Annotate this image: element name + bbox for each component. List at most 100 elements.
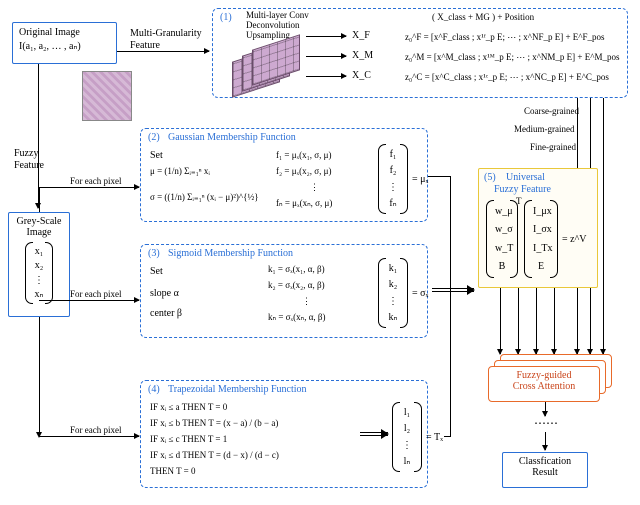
sec3-v3: kₙ [387, 312, 399, 323]
sec2-mu: μ = (1/n) Σᵢ₌₁ⁿ xᵢ [150, 166, 210, 177]
sec5-num: (5) [484, 172, 496, 183]
sec3-vec: k₁ k₂ ⋮ kₙ [378, 258, 408, 328]
sec5-arrow-4 [554, 288, 555, 354]
sec1-out2: X_M [352, 50, 373, 61]
sec5-right-vec: I_μx I_σx I_Tx E [524, 200, 558, 278]
greyscale-title2: Image [9, 227, 69, 238]
sec2-v0: f₁ [387, 149, 399, 160]
sec3-v1: k₂ [387, 279, 399, 290]
fuzzy-feature-label-1: Fuzzy [14, 148, 38, 159]
dots: ⋯⋯ [534, 416, 558, 431]
sec3-kdots: ⋮ [302, 296, 311, 307]
arrow-xm [306, 56, 346, 57]
sec2-v2: ⋮ [387, 182, 399, 193]
arrow-to-sec4 [39, 436, 139, 437]
cross-attn-l2: Cross Attention [489, 381, 599, 392]
sec5-eq: = z^V [562, 234, 587, 245]
result-l2: Result [503, 467, 587, 478]
sec3-center: center β [150, 308, 182, 319]
medium-label: Medium-grained [514, 124, 574, 134]
sec3-kn: kₙ = σₓ(xₙ, α, β) [268, 312, 326, 323]
cross-attn-box: Fuzzy-guided Cross Attention [488, 366, 600, 402]
sec5-l2: w_T [495, 243, 509, 254]
collect-from-sec4 [444, 436, 451, 437]
sec5-t2: Fuzzy Feature [494, 184, 551, 195]
sec3-set: Set [150, 266, 163, 277]
sec5-r2: I_Tx [533, 243, 549, 254]
gs-x1: x₁ [34, 246, 44, 257]
conv-stack-graphic [232, 42, 308, 92]
gs-dots: ⋮ [34, 275, 44, 286]
sec3-double-arrow [432, 288, 474, 289]
for-each-4: For each pixel [70, 425, 121, 435]
sec4-l2: IF xᵢ ≤ b THEN T = (x − a) / (b − a) [150, 418, 278, 428]
gs-xn: xₙ [34, 289, 44, 300]
sec4-v0: l₁ [401, 407, 413, 418]
collect-from-sec2 [428, 176, 450, 177]
result-l1: Classfication [503, 456, 587, 467]
arrow-coarse-down [603, 98, 604, 354]
sec2-vec: f₁ f₂ ⋮ fₙ [378, 144, 408, 214]
sec1-t2: Deconvolution [246, 20, 300, 30]
sec4-double-arrow [360, 432, 388, 433]
sec2-title: Gaussian Membership Function [168, 132, 296, 143]
sec5-r1: I_σx [533, 224, 549, 235]
coarse-label: Coarse-grained [524, 106, 579, 116]
gs-x2: x₂ [34, 260, 44, 271]
sec4-v2: ⋮ [401, 440, 413, 451]
sec3-v0: k₁ [387, 263, 399, 274]
sec3-slope: slope α [150, 288, 179, 299]
sec1-z0F: z₀^F = [x^F_class ; x¹ᶠ_p E; ⋯ ; x^NF_p … [405, 32, 605, 43]
cross-attn-l1: Fuzzy-guided [489, 370, 599, 381]
arrow-xc [306, 76, 346, 77]
original-image-block: Original Image I(a₁, a₂, … , aₙ) [12, 22, 117, 64]
collect-trunk [450, 176, 451, 436]
arrow-cross-to-dots [545, 402, 546, 416]
sec5-l0: w_μ [495, 206, 509, 217]
sec4-vec: l₁ l₂ ⋮ lₙ [392, 402, 422, 472]
sec5-r3: E [533, 261, 549, 272]
mg-feature-label-1: Multi-Granularity [130, 28, 202, 39]
sec2-fdots: ⋮ [310, 182, 319, 193]
for-each-2: For each pixel [70, 176, 121, 186]
sec4-title: Trapezoidal Membership Function [168, 384, 307, 395]
mg-feature-label-2: Feature [130, 40, 160, 51]
sec5-Tsup: T [516, 196, 522, 206]
sec3-eq: = σₓ [412, 288, 428, 299]
sec5-l1: w_σ [495, 224, 509, 235]
sec4-l3: IF xᵢ ≤ c THEN T = 1 [150, 434, 227, 444]
image-thumbnail [82, 71, 132, 121]
sec2-sigma: σ = ((1/n) Σᵢ₌₁ⁿ (xᵢ − μ)²)^{½} [150, 192, 259, 203]
sec2-eq: = μₓ [412, 174, 428, 185]
fuzzy-feature-label-2: Feature [14, 160, 44, 171]
original-image-eq: I(a₁, a₂, … , aₙ) [19, 41, 110, 52]
fine-label: Fine-grained [530, 142, 576, 152]
sec5-left-vec: w_μ w_σ w_T B [486, 200, 518, 278]
greyscale-title1: Grey-Scale [9, 216, 69, 227]
sec4-l1: IF xᵢ ≤ a THEN T = 0 [150, 402, 227, 412]
gs-down-trunk [39, 317, 40, 437]
sec1-out3: X_C [352, 70, 371, 81]
arrow-to-sec3 [39, 300, 139, 301]
sec4-v1: l₂ [401, 423, 413, 434]
sec5-arrow-1 [500, 288, 501, 354]
arrow-dots-to-result [545, 432, 546, 450]
sec4-l5: THEN T = 0 [150, 466, 196, 476]
sec1-num: (1) [220, 12, 232, 23]
arrow-xf [306, 36, 346, 37]
result-box: Classfication Result [502, 452, 588, 488]
arrow-to-sec2 [39, 187, 139, 188]
sec3-k1: k₁ = σₓ(x₁, α, β) [268, 264, 325, 274]
sec4-eq: = Tₓ [426, 432, 443, 443]
sec2-fn: fₙ = μₓ(xₙ, σ, μ) [276, 198, 332, 209]
sec2-num: (2) [148, 132, 160, 143]
sec1-rhs-title: ( X_class + MG ) + Position [432, 12, 534, 22]
sec2-f1: f₁ = μₓ(x₁, σ, μ) [276, 150, 331, 160]
sec2-set: Set [150, 150, 163, 161]
arrow-origimg-to-sec1 [117, 51, 209, 52]
sec4-v3: lₙ [401, 456, 413, 467]
sec5-arrow-2 [518, 288, 519, 354]
sec5-r0: I_μx [533, 206, 549, 217]
sec5-arrow-3 [536, 288, 537, 354]
sec3-v2: ⋮ [387, 296, 399, 307]
